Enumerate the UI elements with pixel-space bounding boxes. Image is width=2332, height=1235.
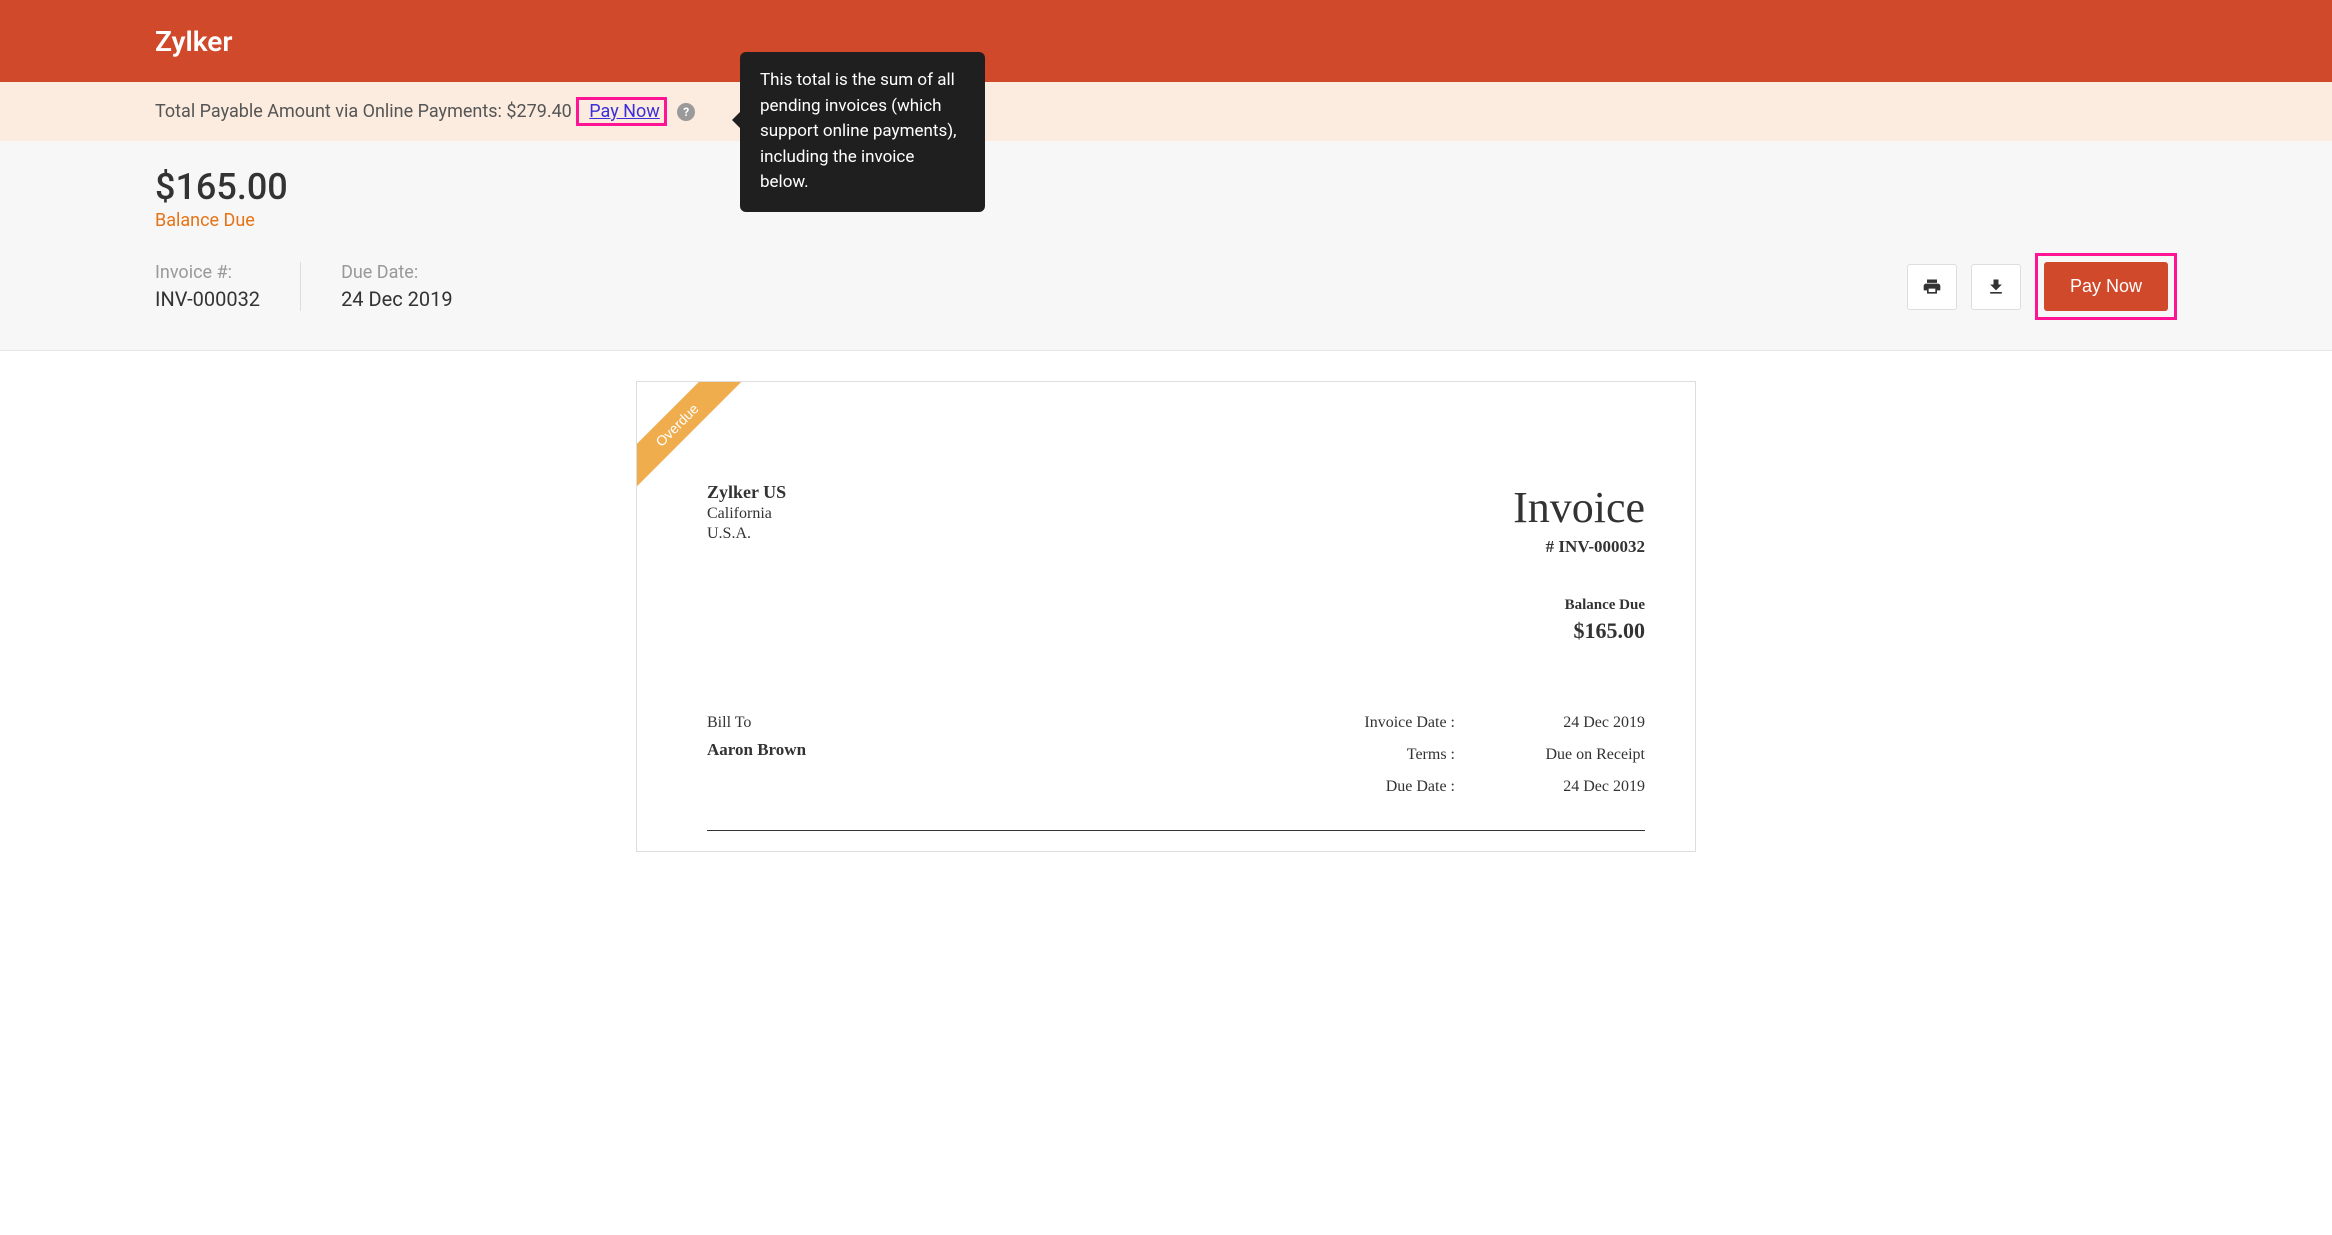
from-country: U.S.A. [707, 525, 786, 543]
from-org: Zylker US [707, 482, 786, 503]
due-date-row: Due Date : 24 Dec 2019 [1345, 778, 1645, 796]
dates-block: Invoice Date : 24 Dec 2019 Terms : Due o… [1345, 714, 1645, 810]
print-icon [1922, 277, 1942, 297]
balance-amount: $165.00 [155, 166, 2177, 208]
invoice-number-label: Invoice #: [155, 262, 260, 283]
top-banner: Zylker [0, 0, 2332, 82]
help-icon[interactable]: ? [677, 103, 695, 121]
payable-bar: Total Payable Amount via Online Payments… [0, 82, 2332, 141]
due-date-label: Due Date: [341, 262, 453, 283]
billto-name: Aaron Brown [707, 740, 806, 760]
due-date-block: Due Date: 24 Dec 2019 [341, 262, 493, 311]
billto-block: Bill To Aaron Brown [707, 714, 806, 760]
terms-row: Terms : Due on Receipt [1345, 746, 1645, 764]
brand-name: Zylker [155, 25, 232, 58]
doc-balance-amount: $165.00 [1513, 618, 1645, 644]
invoice-document: Overdue Zylker US California U.S.A. Invo… [636, 381, 1696, 852]
invoice-divider [707, 830, 1645, 831]
doc-balance-label: Balance Due [1513, 597, 1645, 614]
paynow-button[interactable]: Pay Now [2044, 262, 2168, 311]
invoice-date-value: 24 Dec 2019 [1525, 714, 1645, 732]
terms-value: Due on Receipt [1525, 746, 1645, 764]
invoice-doc-number: # INV-000032 [1513, 537, 1645, 557]
from-block: Zylker US California U.S.A. [707, 482, 786, 543]
invoice-date-key: Invoice Date : [1345, 714, 1455, 732]
download-button[interactable] [1971, 264, 2021, 310]
paynow-link[interactable]: Pay Now [589, 101, 660, 122]
print-button[interactable] [1907, 264, 1957, 310]
paynow-button-highlight: Pay Now [2035, 253, 2177, 320]
payable-tooltip: This total is the sum of all pending inv… [740, 52, 985, 212]
doc-due-date-key: Due Date : [1345, 778, 1455, 796]
from-region: California [707, 505, 786, 523]
doc-balance-block: Balance Due $165.00 [1513, 597, 1645, 644]
payable-amount: $279.40 [506, 101, 571, 122]
invoice-body-row: Bill To Aaron Brown Invoice Date : 24 De… [707, 714, 1645, 810]
terms-key: Terms : [1345, 746, 1455, 764]
invoice-title: Invoice [1513, 482, 1645, 533]
billto-label: Bill To [707, 714, 806, 732]
due-date-value: 24 Dec 2019 [341, 287, 453, 311]
summary-section: $165.00 Balance Due Invoice #: INV-00003… [0, 141, 2332, 351]
title-block: Invoice # INV-000032 Balance Due $165.00 [1513, 482, 1645, 644]
actions: Pay Now [1907, 253, 2177, 320]
balance-label: Balance Due [155, 210, 2177, 231]
doc-due-date-value: 24 Dec 2019 [1525, 778, 1645, 796]
summary-meta-row: Invoice #: INV-000032 Due Date: 24 Dec 2… [155, 253, 2177, 320]
payable-label: Total Payable Amount via Online Payments… [155, 101, 502, 122]
download-icon [1986, 277, 2006, 297]
invoice-date-row: Invoice Date : 24 Dec 2019 [1345, 714, 1645, 732]
invoice-number-block: Invoice #: INV-000032 [155, 262, 301, 311]
paynow-highlight: Pay Now [576, 97, 667, 126]
invoice-wrapper: Overdue Zylker US California U.S.A. Invo… [0, 351, 2332, 882]
invoice-number-value: INV-000032 [155, 287, 260, 311]
invoice-header: Zylker US California U.S.A. Invoice # IN… [707, 482, 1645, 644]
